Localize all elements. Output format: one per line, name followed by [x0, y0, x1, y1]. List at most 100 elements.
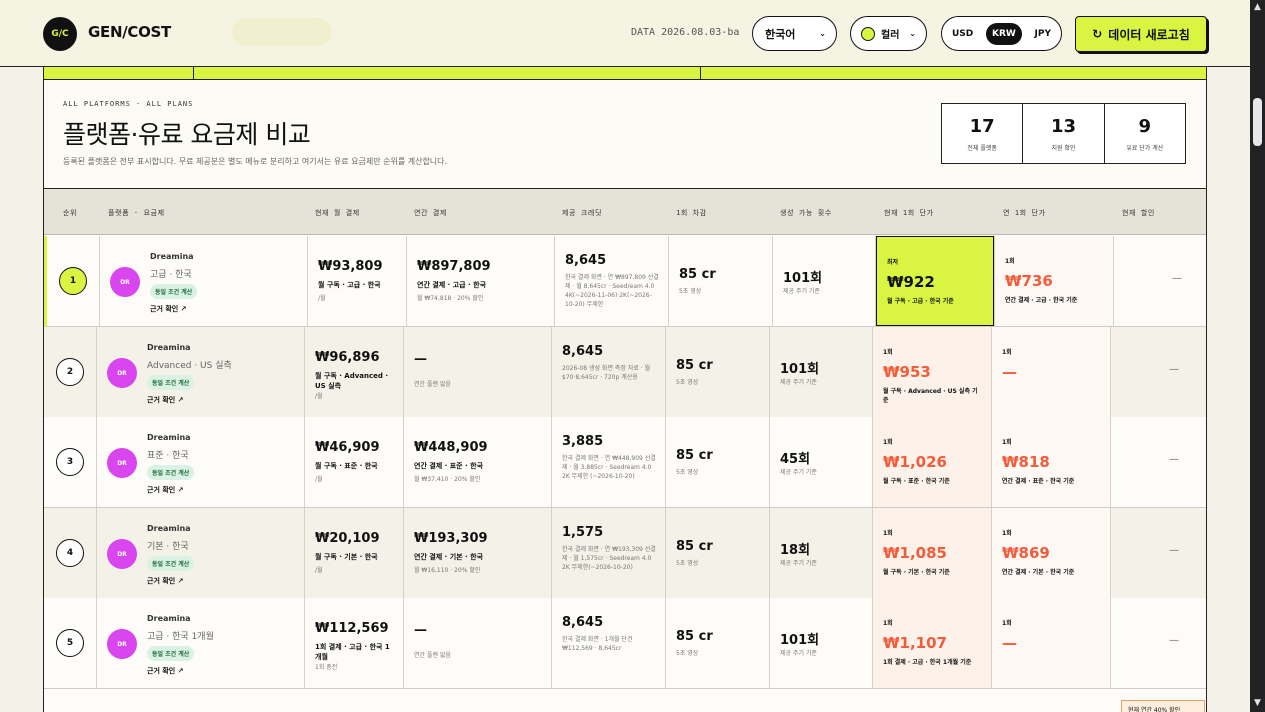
column-divider — [1113, 236, 1114, 326]
count-note: 제공 주기 기준 — [780, 650, 817, 657]
unit-label: 1회 — [883, 620, 893, 627]
page-title: 플랫폼·유료 요금제 비교 — [63, 120, 311, 149]
unit-price-basis: 1회 결제 · 고급 · 한국 1개월 기준 — [883, 659, 972, 666]
column-divider — [403, 327, 404, 417]
credits-note: 한국 결제 화면 · 연 ₩897,809 선결제 · 월 8,645cr · … — [565, 274, 659, 308]
annual-unit-price: — — [1002, 634, 1017, 652]
language-select[interactable]: 한국어 ⌄ — [752, 16, 837, 51]
column-divider — [96, 417, 97, 507]
credits-note: 한국 결제 화면 · 연 ₩193,309 선결제 · 월 1,575cr · … — [562, 546, 656, 571]
count-note: 제공 주기 기준 — [780, 469, 817, 476]
unit-label: 최저 — [887, 259, 899, 266]
column-divider — [96, 508, 97, 598]
column-divider — [551, 598, 552, 688]
stat-value: 9 — [1138, 115, 1152, 137]
column-divider — [304, 417, 305, 507]
rank-badge: 2 — [56, 358, 84, 386]
rank-badge: 1 — [59, 267, 87, 295]
cost-per-run: 85 cr — [676, 358, 713, 373]
evidence-link[interactable]: 근거 확인 ↗ — [147, 395, 184, 405]
current-discount: — — [1172, 273, 1182, 284]
run-count: 101회 — [780, 633, 820, 648]
col-discount[interactable]: 현재 할인 — [1122, 208, 1155, 218]
column-divider — [1110, 508, 1111, 598]
column-divider — [406, 236, 407, 326]
table-header: 순위 플랫폼 · 요금제 현재 월 결제 연간 결제 제공 크레딧 1회 차감 … — [44, 188, 1206, 235]
col-annual[interactable]: 연간 결제 — [414, 208, 447, 218]
col-monthly[interactable]: 현재 월 결제 — [315, 208, 360, 218]
rank-badge: 4 — [56, 539, 84, 567]
platform-avatar: DR — [107, 629, 137, 659]
credits-value: 8,645 — [562, 615, 604, 630]
column-divider — [769, 598, 770, 688]
refresh-data-button[interactable]: ↻ 데이터 새로고침 — [1075, 16, 1207, 52]
color-theme-button[interactable]: 컬러 ⌄ — [850, 16, 927, 51]
unit-price-basis: 월 구독 · 고급 · 한국 기준 — [887, 298, 954, 305]
col-rank[interactable]: 순위 — [63, 208, 77, 218]
col-platform[interactable]: 플랫폼 · 요금제 — [108, 208, 165, 218]
unit-price: ₩1,107 — [883, 634, 947, 652]
plan-name: 기본 · 한국 — [147, 542, 189, 552]
annual-unit-cell: 1회 — — [992, 327, 1110, 417]
platform-avatar: DR — [110, 267, 140, 297]
annual-unit-label: 1회 — [1002, 439, 1012, 446]
column-divider — [769, 327, 770, 417]
annual-unit-basis: 연간 결제 · 고급 · 한국 기준 — [1005, 297, 1078, 304]
scroll-up-arrow-icon[interactable]: ▲ — [1251, 2, 1264, 12]
column-divider — [554, 236, 555, 326]
currency-jpy[interactable]: JPY — [1029, 23, 1057, 45]
accent-strip — [43, 67, 1207, 80]
annual-note: 연간 플랜 없음 — [414, 652, 451, 659]
cost-per-run: 85 cr — [676, 448, 713, 463]
scrollbar-thumb[interactable] — [1253, 98, 1262, 146]
current-discount: — — [1169, 635, 1179, 646]
col-credits[interactable]: 제공 크레딧 — [562, 208, 602, 218]
monthly-price: ₩112,569 — [315, 621, 389, 636]
column-divider — [668, 236, 669, 326]
faded-nav-pill — [232, 18, 332, 46]
unit-price-cell: 1회 ₩953 월 구독 · Advanced · US 실측 기준 — [873, 327, 991, 417]
evidence-link[interactable]: 근거 확인 ↗ — [147, 485, 184, 495]
unit-price: ₩1,085 — [883, 544, 947, 562]
scroll-down-arrow-icon[interactable]: ▼ — [1251, 698, 1264, 708]
refresh-icon: ↻ — [1092, 27, 1103, 41]
column-divider — [1110, 598, 1111, 688]
brand-name[interactable]: GEN/COST — [88, 23, 171, 41]
section-eyebrow: ALL PLATFORMS · ALL PLANS — [63, 100, 194, 108]
col-count[interactable]: 생성 가능 횟수 — [780, 208, 832, 218]
col-annual-unit[interactable]: 연 1회 단가 — [1003, 208, 1046, 218]
evidence-link[interactable]: 근거 확인 ↗ — [150, 304, 187, 314]
unit-price-cell: 최저 ₩922 월 구독 · 고급 · 한국 기준 — [876, 236, 994, 326]
unit-price-basis: 월 구독 · 표준 · 한국 기준 — [883, 478, 950, 485]
annual-note: 연간 플랜 없음 — [414, 381, 451, 388]
table-row[interactable]: 1회 ₩1,107 1회 결제 · 고급 · 한국 1개월 기준 1회 — 5 DR Drea… — [44, 598, 1206, 689]
annual-unit-label: 1회 — [1005, 258, 1015, 265]
unit-price-cell: 1회 ₩1,107 1회 결제 · 고급 · 한국 1개월 기준 — [873, 598, 991, 688]
table-row[interactable] — [44, 689, 1206, 712]
count-note: 제공 주기 기준 — [780, 379, 817, 386]
cost-per-run: 85 cr — [676, 539, 713, 554]
table-row[interactable]: 1회 ₩1,026 월 구독 · 표준 · 한국 기준 1회 ₩818 연간 결제 · 표… — [44, 417, 1206, 508]
credits-note: 2026-08 생성 화면 측정 자료 · 월 $70·8,645cr · 72… — [562, 365, 651, 381]
strip-divider — [193, 67, 194, 79]
column-divider — [403, 598, 404, 688]
table-row[interactable]: 최저 ₩922 월 구독 · 고급 · 한국 기준 1회 ₩736 연간 결제 · 고급 … — [44, 236, 1206, 327]
column-divider — [665, 417, 666, 507]
monthly-basis: 1회 결제 · 고급 · 한국 1개월 — [315, 643, 390, 661]
table-row[interactable]: 1회 ₩1,085 월 구독 · 기본 · 한국 기준 1회 ₩869 연간 결제 · 기… — [44, 508, 1206, 599]
currency-usd[interactable]: USD — [946, 23, 979, 45]
column-divider — [551, 327, 552, 417]
platform-avatar: DR — [107, 539, 137, 569]
monthly-price: ₩93,809 — [318, 259, 383, 274]
table-row[interactable]: 1회 ₩953 월 구독 · Advanced · US 실측 기준 1회 — 2 DR Dr… — [44, 327, 1206, 418]
col-unit[interactable]: 현재 1회 단가 — [884, 208, 934, 218]
column-divider — [665, 508, 666, 598]
unit-price: ₩922 — [887, 273, 935, 291]
evidence-link[interactable]: 근거 확인 ↗ — [147, 576, 184, 586]
col-cost[interactable]: 1회 차감 — [676, 208, 707, 218]
column-divider — [1110, 327, 1111, 417]
unit-label: 1회 — [883, 349, 893, 356]
currency-krw[interactable]: KRW — [985, 22, 1022, 45]
evidence-link[interactable]: 근거 확인 ↗ — [147, 666, 184, 676]
plan-name: 고급 · 한국 1개월 — [147, 632, 214, 642]
